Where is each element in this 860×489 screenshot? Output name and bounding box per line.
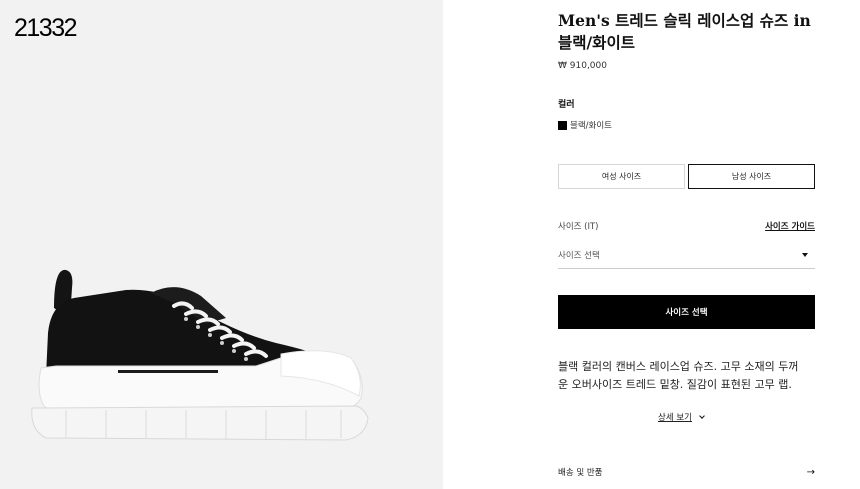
color-label: 컬러 [558,100,575,110]
description-line: 블랙 컬러의 캔버스 레이스업 슈즈. 고무 소재의 두꺼 [558,360,799,373]
size-label: 사이즈 (IT) [558,222,599,232]
shipping-returns-row[interactable]: 배송 및 반품 → [558,462,815,482]
product-price: ₩ 910,000 [558,61,607,71]
shipping-returns-label: 배송 및 반품 [558,468,603,478]
stock-id-watermark: 21332 [14,14,78,42]
sneaker-image [31,269,369,441]
product-details-panel: Men's 트레드 슬릭 레이스업 슈즈 in 블랙/화이트 ₩ 910,000… [558,0,820,489]
tab-mens-size[interactable]: 남성 사이즈 [688,164,815,189]
show-more-label: 상세 보기 [658,413,692,423]
show-more-button[interactable]: 상세 보기 [658,411,705,423]
product-title: Men's 트레드 슬릭 레이스업 슈즈 in 블랙/화이트 [558,11,811,52]
size-tabs: 여성 사이즈 남성 사이즈 [558,164,815,189]
caret-down-icon [802,252,808,257]
arrow-right-icon: → [806,466,815,478]
chevron-down-icon [699,412,705,419]
size-select-dropdown[interactable]: 사이즈 선택 [558,241,815,269]
tab-womens-size[interactable]: 여성 사이즈 [558,164,685,189]
color-option[interactable]: 블랙/화이트 [558,119,612,131]
color-swatch-icon [558,120,567,130]
size-guide-link[interactable]: 사이즈 가이드 [765,220,815,232]
select-size-button[interactable]: 사이즈 선택 [558,295,815,329]
product-image-panel: 21332 [0,0,443,489]
color-option-label: 블랙/화이트 [570,121,612,131]
size-select-text: 사이즈 선택 [558,250,600,261]
description-fade [558,390,820,408]
